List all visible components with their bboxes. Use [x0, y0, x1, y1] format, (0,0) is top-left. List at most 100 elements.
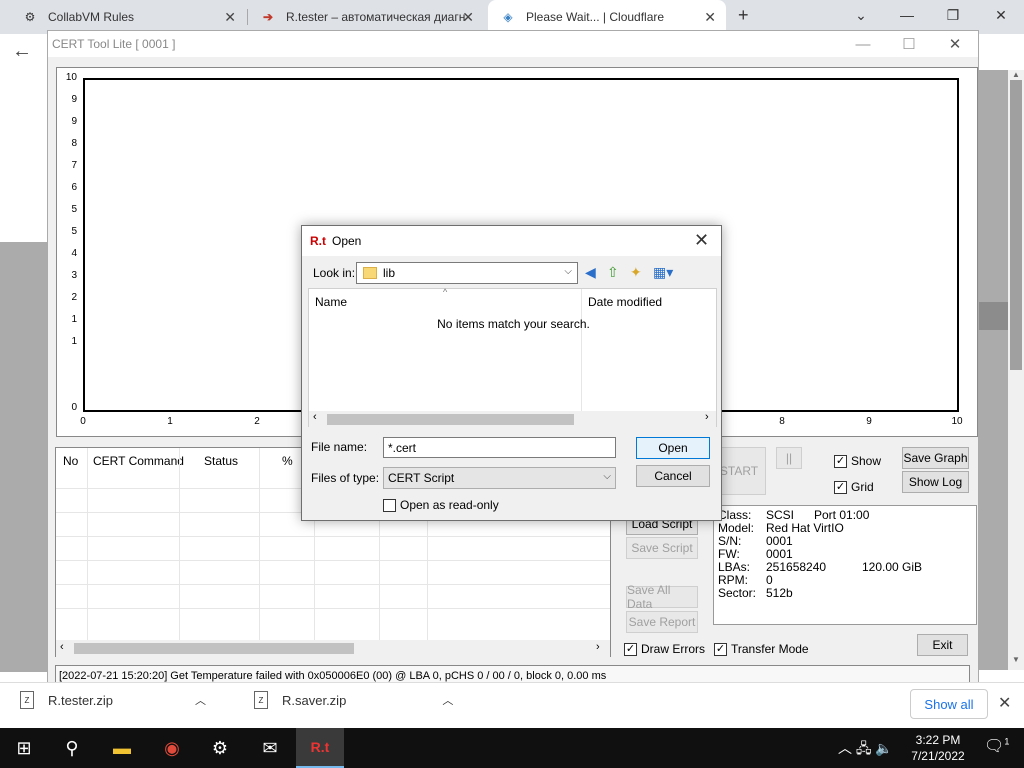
checkbox-checked-icon[interactable]: ✓ [834, 454, 847, 468]
table-horizontal-scrollbar[interactable]: ‹ › [56, 640, 610, 657]
column-header-name[interactable]: Name [315, 295, 347, 309]
scroll-right-icon[interactable]: › [705, 411, 709, 423]
download-item[interactable]: Z R.tester.zip ︿ [20, 691, 206, 709]
tab-collabvm-rules[interactable]: ⚙ CollabVM Rules ✕ [10, 0, 246, 34]
chrome-icon[interactable]: ◉ [148, 728, 196, 768]
checkbox-unchecked-icon[interactable] [383, 498, 396, 512]
tab-rtester[interactable]: ➔ R.tester – автоматическая диагн ✕ [248, 0, 484, 34]
open-button[interactable]: Open [636, 437, 710, 459]
search-icon[interactable]: ⚲ [48, 728, 96, 768]
clock[interactable]: 3:22 PM 7/21/2022 [900, 732, 976, 764]
checkbox-checked-icon[interactable]: ✓ [624, 642, 637, 656]
save-script-button[interactable]: Save Script [626, 537, 698, 559]
windows-start-icon[interactable]: ⊞ [0, 728, 48, 768]
back-icon[interactable]: ◀ [585, 264, 596, 281]
grid-checkbox[interactable]: ✓ Grid [834, 480, 874, 494]
read-only-label: Open as read-only [400, 498, 499, 512]
view-menu-icon[interactable]: ▦▾ [653, 264, 673, 281]
maximize-icon[interactable]: ☐ [886, 31, 932, 57]
download-item[interactable]: Z R.saver.zip ︿ [254, 691, 453, 709]
mail-icon[interactable]: ✉ [246, 728, 294, 768]
y-tick-label: 3 [71, 270, 77, 281]
zip-file-icon: Z [254, 691, 268, 709]
scrollbar-thumb[interactable] [74, 643, 354, 654]
back-arrow-icon[interactable]: ← [12, 40, 32, 63]
save-graph-button[interactable]: Save Graph [902, 447, 969, 469]
chevron-up-icon[interactable]: ︿ [195, 692, 206, 708]
x-tick-label: 1 [167, 416, 173, 427]
zip-file-icon: Z [20, 691, 34, 709]
scroll-up-icon[interactable]: ▲ [1008, 70, 1024, 86]
rtester-app-icon[interactable]: R.t [296, 728, 344, 768]
save-all-data-button[interactable]: Save All Data [626, 583, 698, 611]
transfer-mode-checkbox[interactable]: ✓ Transfer Mode [714, 642, 809, 656]
scroll-left-icon[interactable]: ‹ [60, 641, 64, 653]
clock-date: 7/21/2022 [911, 749, 965, 763]
chevron-down-icon[interactable]: ⌵ [564, 266, 572, 277]
close-icon[interactable]: ✕ [224, 9, 236, 26]
page-scrollbar-thumb[interactable] [1010, 80, 1022, 370]
fw-value: 0001 [766, 547, 793, 561]
files-of-type-dropdown[interactable]: CERT Script ⌵ [383, 467, 616, 489]
file-explorer-icon[interactable]: ▬ [98, 728, 146, 768]
minimize-icon[interactable]: — [884, 0, 930, 30]
file-name-label: File name: [311, 440, 368, 454]
minimize-icon[interactable]: — [840, 31, 886, 57]
scrollbar-thumb[interactable] [327, 414, 574, 425]
close-icon[interactable]: ✕ [694, 230, 709, 251]
up-folder-icon[interactable]: ⇧ [607, 264, 619, 281]
close-icon[interactable]: ✕ [704, 9, 716, 26]
chevron-down-icon[interactable]: ⌄ [838, 0, 884, 30]
page-overlay [0, 242, 48, 672]
chevron-down-icon[interactable]: ⌵ [603, 471, 611, 482]
draw-errors-checkbox[interactable]: ✓ Draw Errors [624, 642, 705, 656]
new-tab-button[interactable]: + [738, 5, 749, 26]
file-list[interactable]: ^ Name Date modified No items match your… [308, 287, 717, 427]
scroll-down-icon[interactable]: ▼ [1008, 655, 1024, 671]
pause-button[interactable]: || [776, 447, 802, 469]
column-header-status[interactable]: Status [204, 454, 238, 468]
close-icon[interactable]: ✕ [932, 31, 978, 57]
y-tick-label: 2 [71, 292, 77, 303]
scroll-right-icon[interactable]: › [596, 641, 600, 653]
tab-cloudflare[interactable]: ◈ Please Wait... | Cloudflare ✕ [488, 0, 726, 34]
close-window-icon[interactable]: ✕ [978, 0, 1024, 30]
y-tick-label: 4 [71, 248, 77, 259]
checkbox-checked-icon[interactable]: ✓ [714, 642, 727, 656]
sort-indicator-icon: ^ [443, 287, 448, 297]
look-in-dropdown[interactable]: lib ⌵ [356, 262, 578, 284]
show-checkbox[interactable]: ✓ Show [834, 454, 881, 468]
file-list-scrollbar[interactable]: ‹ › [309, 411, 716, 427]
restore-icon[interactable]: ❐ [930, 0, 976, 30]
show-log-button[interactable]: Show Log [902, 471, 969, 493]
column-header-no[interactable]: No [63, 454, 78, 468]
new-folder-icon[interactable]: ✦ [630, 264, 642, 281]
close-icon[interactable]: ✕ [462, 9, 474, 26]
system-tray[interactable]: ︿ 🖧 🔈 [838, 738, 893, 762]
save-report-button[interactable]: Save Report [626, 611, 698, 633]
download-filename: R.saver.zip [282, 692, 347, 708]
collabvm-icon: ⚙ [24, 10, 36, 24]
close-icon[interactable]: ✕ [998, 693, 1011, 713]
notification-icon[interactable]: 🗨1 [984, 736, 1009, 756]
look-in-value: lib [383, 266, 396, 280]
checkbox-checked-icon[interactable]: ✓ [834, 480, 847, 494]
exit-button[interactable]: Exit [917, 634, 968, 656]
cancel-button[interactable]: Cancel [636, 465, 710, 487]
chevron-up-icon[interactable]: ︿ [442, 692, 453, 708]
page-background [0, 70, 48, 242]
windows-taskbar: ⊞ ⚲ ▬ ◉ ⚙ ✉ R.t ︿ 🖧 🔈 3:22 PM 7/21/2022 … [0, 728, 1024, 768]
rpm-value: 0 [766, 573, 773, 587]
file-name-input[interactable]: *.cert [383, 437, 616, 458]
y-tick-label: 5 [71, 226, 77, 237]
read-only-checkbox[interactable]: Open as read-only [383, 498, 499, 512]
column-header-percent[interactable]: % [282, 454, 293, 468]
settings-gear-icon[interactable]: ⚙ [196, 728, 244, 768]
x-tick-label: 9 [866, 416, 872, 427]
column-header-date[interactable]: Date modified [588, 295, 662, 309]
column-header-command[interactable]: CERT Command [93, 454, 184, 468]
x-tick-label: 2 [254, 416, 260, 427]
show-all-button[interactable]: Show all [910, 689, 988, 719]
scroll-left-icon[interactable]: ‹ [313, 411, 317, 423]
row-divider [56, 608, 610, 609]
